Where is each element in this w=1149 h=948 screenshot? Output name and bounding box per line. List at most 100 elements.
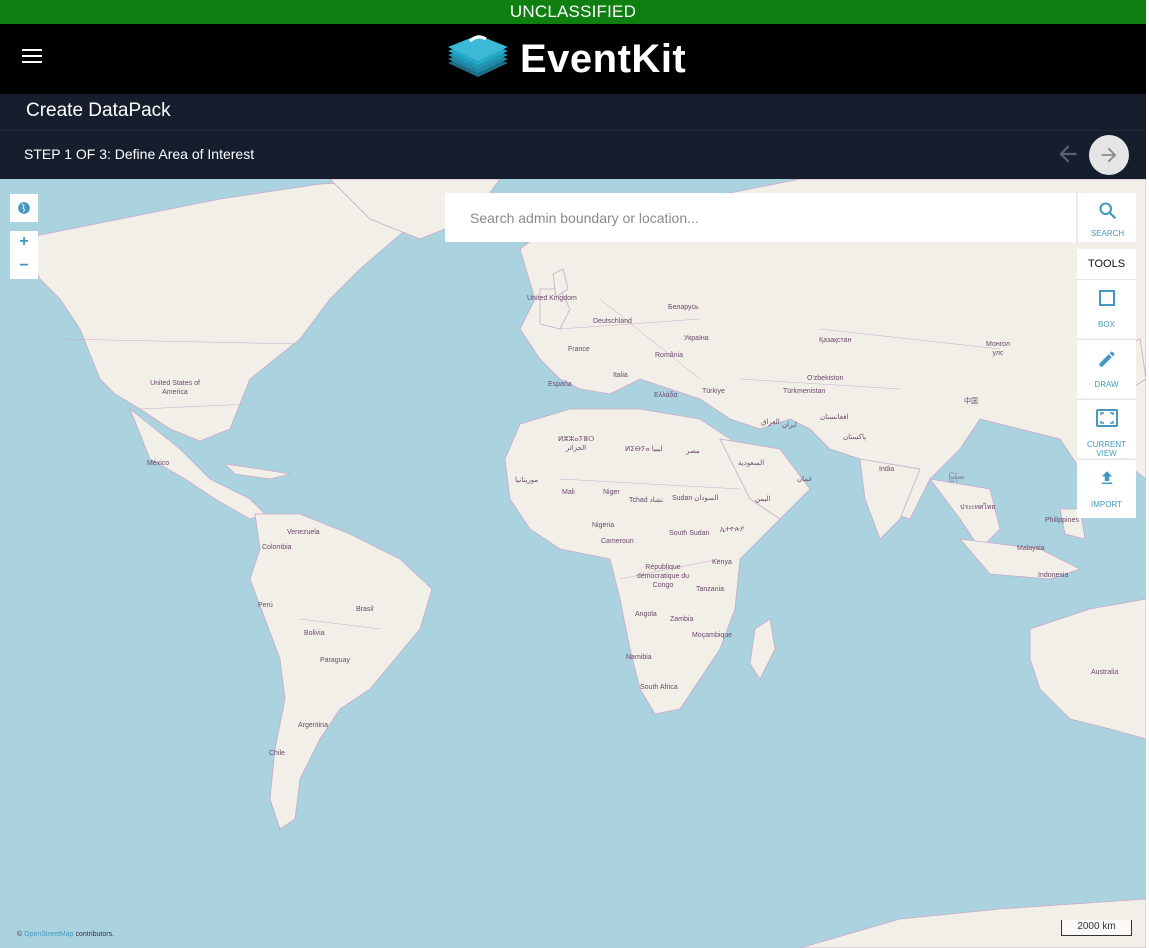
map-label: Italia [613, 372, 628, 379]
map-label: Україна [684, 335, 709, 342]
next-step-button[interactable] [1089, 135, 1129, 175]
map-label: O'zbekiston [807, 375, 844, 382]
map-label: Indonesia [1038, 572, 1069, 579]
map-label: ⵍⵉⴱⵢⴰ ليبيا [625, 446, 663, 453]
draw-tool-label: DRAW [1094, 380, 1119, 389]
current-view-tool-button[interactable]: CURRENT VIEW [1077, 399, 1136, 458]
globe-icon [18, 202, 30, 214]
tools-header: TOOLS [1077, 249, 1136, 279]
map-label: Türkiye [702, 388, 725, 395]
map-label: مصر [686, 448, 700, 455]
classification-banner: UNCLASSIFIED [0, 0, 1146, 24]
eventkit-logo: EventKit [446, 33, 686, 85]
search-bar [445, 193, 1076, 242]
attribution-prefix: © [17, 931, 23, 938]
hamburger-icon[interactable] [22, 49, 42, 65]
map-label: Venezuela [287, 529, 320, 536]
search-button-label: SEARCH [1090, 229, 1125, 238]
zoom-out-button[interactable]: − [10, 255, 38, 279]
map-label: Argentina [298, 722, 328, 729]
map-label: Brasil [356, 606, 374, 613]
map-label: Nigeria [592, 522, 615, 529]
square-icon [1098, 290, 1115, 306]
map-label: Tanzania [696, 586, 725, 593]
import-tool-label: IMPORT [1091, 500, 1122, 509]
map-label: United Kingdom [527, 295, 577, 302]
step-label: STEP 1 OF 3: Define Area of Interest [24, 146, 255, 162]
map-label: Niger [603, 489, 620, 496]
eventkit-stack-icon [448, 35, 508, 77]
map-label: République démocratique du Congo [636, 564, 690, 589]
map-label: South Sudan [669, 530, 710, 537]
title-bar: Create DataPack [0, 94, 1146, 130]
map-label: Colombia [262, 544, 292, 551]
map-label: Philippines [1045, 517, 1079, 524]
map-label: Монгол улс [986, 341, 1010, 357]
map-label: España [548, 381, 572, 388]
box-tool-button[interactable]: BOX [1077, 279, 1136, 338]
map-label: Namibia [626, 654, 652, 661]
map-label: México [147, 460, 170, 467]
search-icon [1099, 202, 1117, 220]
step-bar: STEP 1 OF 3: Define Area of Interest [0, 130, 1146, 179]
map-label: السعودية [738, 460, 765, 467]
arrow-forward-icon [1101, 147, 1117, 163]
scale-bar: 2000 km [1061, 920, 1132, 936]
map-label: France [568, 346, 590, 353]
map-label: Türkmenistan [783, 388, 826, 395]
viewport-icon [1095, 409, 1118, 427]
map-attribution: © OpenStreetMap contributors. [17, 931, 114, 938]
map-label: Angola [635, 611, 657, 618]
map-label: Zambia [670, 616, 694, 623]
map-label: عمان [797, 476, 813, 483]
upload-icon [1101, 471, 1112, 484]
map-label: Sudan السودان [672, 495, 719, 502]
map-label: موريتانيا [515, 477, 539, 484]
map-label: United States of America [150, 380, 200, 396]
map-label: ኢትዮጵያ [720, 526, 745, 533]
map-label: România [655, 352, 684, 359]
map-label: Malaysia [1017, 545, 1045, 552]
map-label: Tchad تشاد [629, 497, 664, 504]
pencil-icon [1099, 351, 1114, 367]
map-view[interactable]: United Kingdom Deutschland Беларусь Fran… [0, 179, 1146, 948]
map-label: ประเทศไทย [960, 504, 996, 511]
map-label: ایران [782, 422, 797, 429]
map-label: افغانستان [820, 414, 849, 421]
map-label: Perú [258, 602, 273, 609]
app-name: EventKit [520, 36, 687, 81]
map-label: Cameroun [601, 538, 634, 545]
map-label: Australia [1091, 669, 1119, 676]
import-tool-button[interactable]: IMPORT [1077, 459, 1136, 518]
attribution-suffix: contributors. [75, 931, 115, 938]
map-label: Беларусь [668, 304, 699, 311]
map-label: မြန်မာ [949, 474, 965, 481]
draw-tool-button[interactable]: DRAW [1077, 339, 1136, 398]
openstreetmap-link[interactable]: OpenStreetMap [24, 931, 73, 938]
top-app-bar: EventKit [0, 24, 1146, 94]
map-label: South Africa [640, 684, 678, 691]
zoom-in-button[interactable]: + [10, 231, 38, 255]
map-label: Қазақстан [819, 337, 852, 344]
map-label: العراق [761, 419, 780, 426]
map-label: Deutschland [593, 318, 632, 325]
map-label: Moçambique [692, 632, 733, 639]
map-label: Ελλάδα [654, 392, 678, 399]
map-label: پاکستان [843, 434, 867, 441]
current-view-tool-label: CURRENT VIEW [1086, 440, 1127, 458]
map-label: Bolivia [304, 630, 325, 637]
map-label: 中国 [964, 398, 978, 405]
map-label: India [879, 466, 895, 473]
zoom-control: + − [10, 231, 38, 279]
search-button[interactable]: SEARCH [1077, 193, 1136, 242]
previous-step-button[interactable] [1055, 141, 1081, 167]
basemap-globe-button[interactable] [10, 194, 38, 222]
search-input[interactable] [445, 193, 1076, 242]
map-label: Paraguay [320, 657, 350, 664]
map-label: Kenya [712, 559, 732, 566]
box-tool-label: BOX [1098, 320, 1115, 329]
map-label: Mali [562, 489, 575, 496]
map-label: اليمن [755, 496, 771, 503]
map-label: Chile [269, 750, 285, 757]
page-title: Create DataPack [26, 100, 171, 121]
